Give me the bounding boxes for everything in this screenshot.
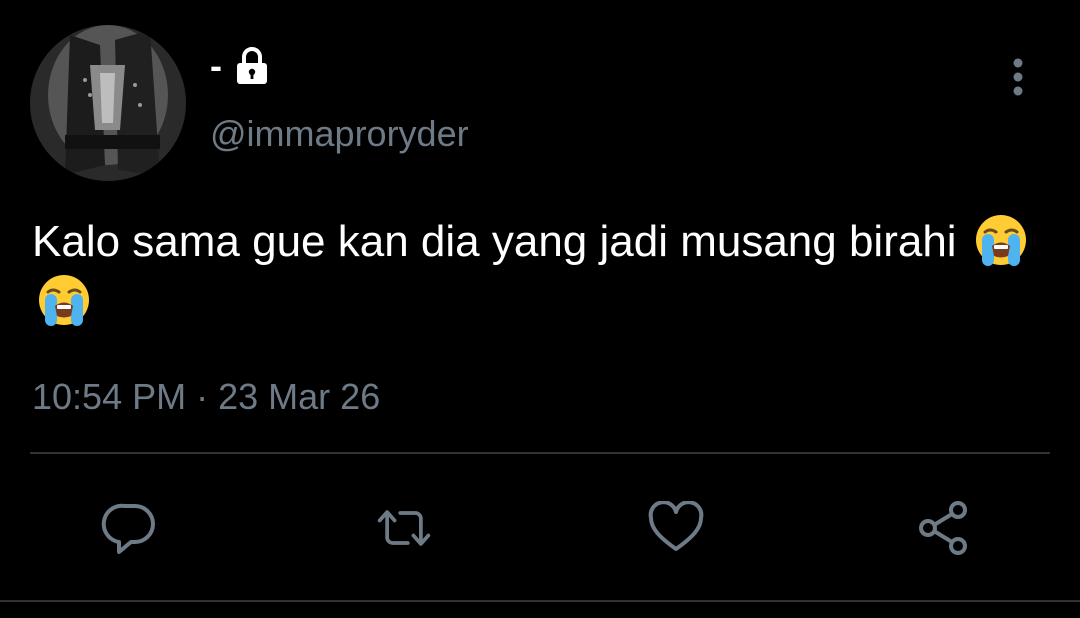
tweet-date: 23 Mar 26: [218, 376, 381, 417]
more-vertical-icon: [1013, 58, 1023, 96]
tweet-time: 10:54 PM: [32, 376, 187, 417]
tweet-detail: - @immaproryder Kalo sama gue kan dia ya…: [0, 0, 1080, 618]
reply-icon: [101, 503, 155, 554]
more-options-button[interactable]: [1000, 55, 1036, 99]
reply-button[interactable]: [100, 498, 160, 558]
share-button[interactable]: [914, 498, 974, 558]
tweet-text-content: Kalo sama gue kan dia yang jadi musang b…: [32, 217, 957, 266]
retweet-button[interactable]: [374, 498, 434, 558]
like-button[interactable]: [646, 498, 706, 558]
divider: [30, 452, 1050, 454]
display-name[interactable]: -: [210, 42, 270, 90]
avatar-image: [30, 25, 186, 181]
share-icon: [919, 501, 967, 555]
display-name-text: -: [210, 45, 222, 86]
retweet-icon: [377, 510, 431, 546]
tweet-text: Kalo sama gue kan dia yang jadi musang b…: [32, 212, 1042, 332]
lock-icon: [234, 46, 270, 86]
loudly-crying-face-icon: [36, 272, 92, 328]
heart-icon: [648, 501, 704, 551]
bottom-divider: [0, 600, 1080, 602]
user-handle[interactable]: @immaproryder: [210, 112, 469, 156]
loudly-crying-face-icon: [973, 212, 1029, 268]
avatar[interactable]: [30, 25, 186, 181]
timestamp-separator: ·: [196, 376, 209, 417]
tweet-timestamp[interactable]: 10:54 PM · 23 Mar 26: [32, 374, 380, 420]
